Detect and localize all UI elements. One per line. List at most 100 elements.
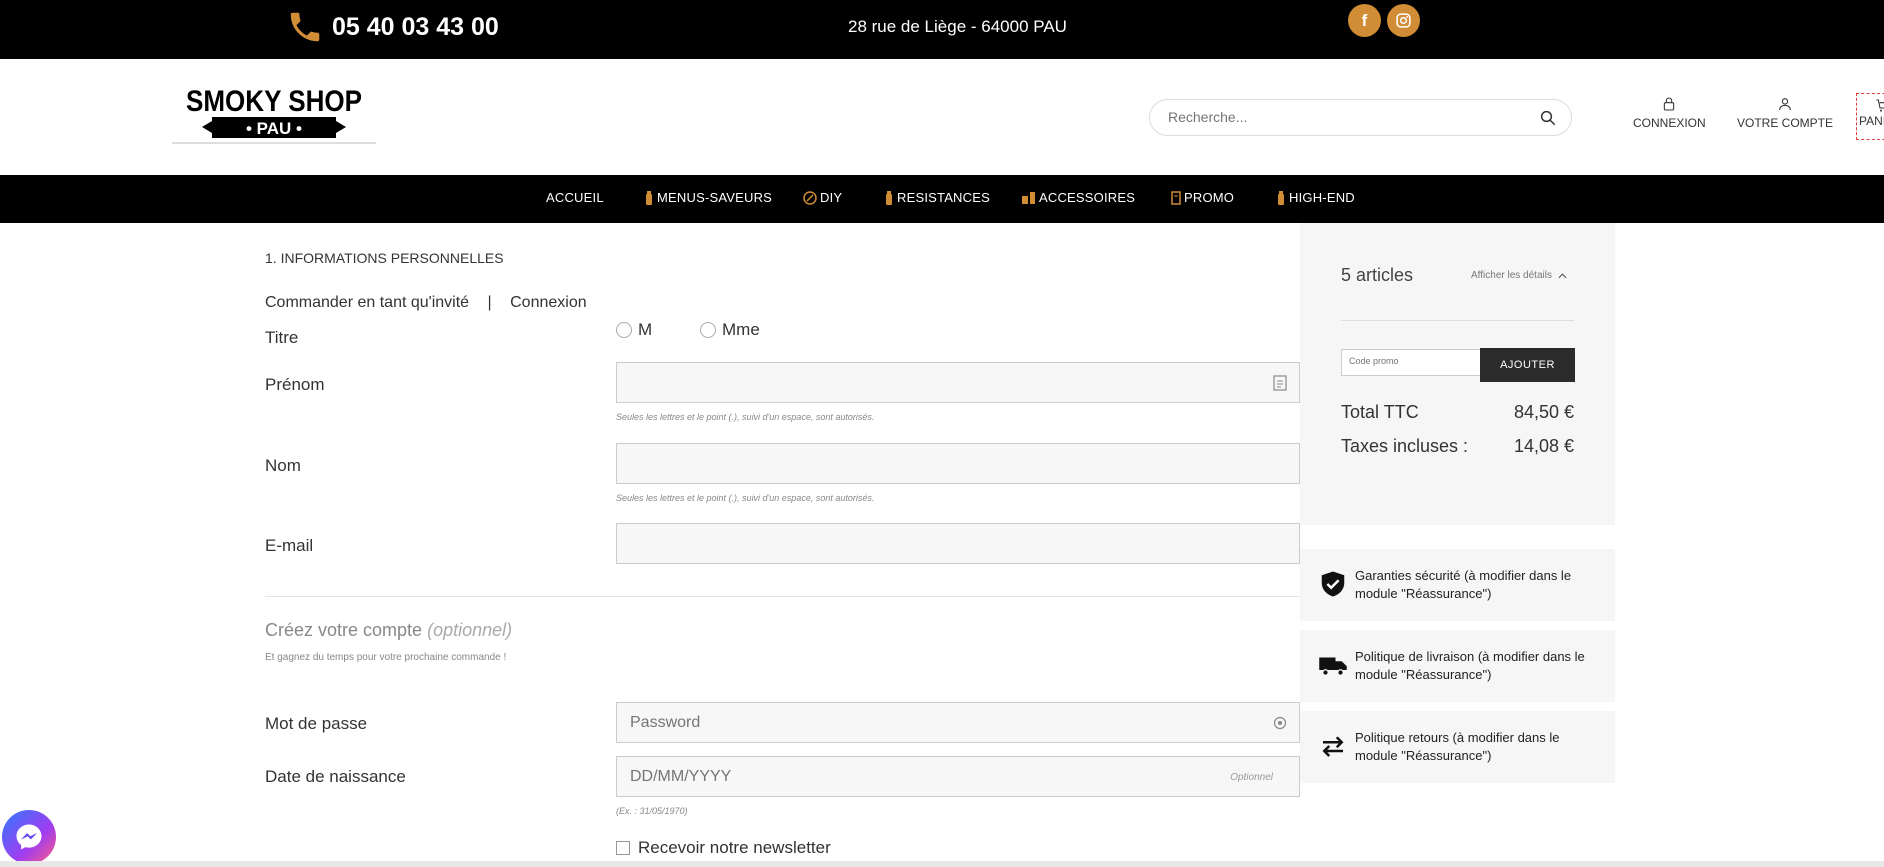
nav-label: PROMO [1184,190,1235,205]
tax-value: 14,08 € [1513,436,1574,456]
chevron-up-icon [1558,272,1567,278]
show-details-label: Afficher les détails [1471,270,1552,281]
email-field [616,523,1300,564]
create-account-title: Créez votre compte (optionnel) [265,620,512,641]
create-account-subtitle: Et gagnez du temps pour votre prochaine … [265,652,507,663]
nav-label: ACCUEIL [546,190,604,205]
smoky-shop-logo[interactable]: SMOKY SHOP • PAU • [172,81,376,151]
phone-icon [290,12,320,42]
lastname-label: Nom [265,456,301,475]
tab-guest-checkout[interactable]: Commander en tant qu'invité [265,294,469,311]
exchange-arrows-icon [1322,736,1344,757]
password-field [616,702,1300,743]
cart-icon [1876,99,1884,112]
tab-separator: | [487,294,492,311]
cart-link[interactable]: PANI [1856,93,1884,140]
email-input[interactable] [630,535,1230,553]
reassurance-text: Garanties sécurité (à modifier dans le m… [1355,568,1572,601]
bottle-icon [646,190,652,205]
search-bar [1149,99,1572,136]
firstname-hint: Seules les lettres et le point (.), suiv… [616,412,875,422]
tax-label: Taxes incluses : [1341,436,1469,456]
site-header: SMOKY SHOP • PAU • CONNEXION VOTRE COMPT… [0,59,1884,175]
nav-item-accueil[interactable]: ACCUEIL [546,190,604,205]
cart-summary: 5 articles Afficher les détails AJOUTER … [1300,223,1615,525]
nav-item-resistances[interactable]: RESISTANCES [884,190,990,205]
newsletter-checkbox[interactable] [616,841,630,855]
nav-item-high-end[interactable]: HIGH-END [1276,190,1355,205]
nav-item-accessoires[interactable]: ACCESSOIRES [1022,190,1135,205]
nav-item-promo[interactable]: PROMO [1171,190,1234,205]
lastname-input[interactable] [630,455,1230,473]
facebook-icon[interactable]: f [1348,4,1381,37]
nav-item-menus-saveurs[interactable]: MENUS-SAVEURS [644,190,772,205]
birthdate-input[interactable] [630,768,1230,786]
checkout-tabs: Commander en tant qu'invité | Connexion [265,294,601,312]
search-input[interactable] [1168,109,1528,125]
reassurance-returns: Politique retours (à modifier dans le mo… [1300,711,1615,783]
add-promo-button[interactable]: AJOUTER [1480,348,1575,382]
shield-check-icon [1321,571,1345,597]
resistance-icon [886,190,892,205]
reassurance-text: Politique retours (à modifier dans le mo… [1355,730,1560,763]
radio-label: Mme [722,320,760,339]
total-value: 84,50 € [1513,402,1574,422]
promo-code-input[interactable] [1349,356,1479,366]
password-input[interactable] [630,714,1230,732]
phone-number: 05 40 03 43 00 [332,12,499,41]
nav-label: DIY [820,190,843,205]
firstname-input[interactable] [630,374,1230,392]
firstname-label: Prénom [265,375,325,394]
show-details-toggle[interactable]: Afficher les détails [1471,270,1567,281]
checkout-step-title: 1. INFORMATIONS PERSONNELLES [265,250,504,266]
contact-card-icon [1273,375,1287,391]
nav-item-diy[interactable]: DIY [803,190,842,205]
total-label: Total TTC [1341,402,1419,422]
radio-label: M [638,320,653,339]
top-bar: 05 40 03 43 00 28 rue de Liège - 64000 P… [0,0,1884,59]
search-icon[interactable] [1539,109,1557,127]
main-nav: ACCUEIL MENUS-SAVEURS DIY RESISTANCES AC… [0,175,1884,223]
title-option-m[interactable]: M [616,320,652,340]
social-links: f [1348,4,1420,37]
birthdate-field: Optionnel [616,756,1300,797]
optional-label: Optionnel [1230,772,1273,783]
instagram-icon[interactable] [1387,4,1420,37]
optional-tag: (optionnel) [427,620,513,640]
title-label: Titre [265,328,299,347]
account-label: VOTRE COMPTE [1737,116,1834,130]
radio-button[interactable] [616,322,632,338]
title-option-mme[interactable]: Mme [700,320,760,340]
login-link[interactable]: CONNEXION [1633,96,1706,130]
nav-label: MENUS-SAVEURS [657,190,773,205]
accessories-icon [1022,191,1035,204]
radio-button[interactable] [700,322,716,338]
store-address: 28 rue de Liège - 64000 PAU [848,17,1067,36]
total-row: Total TTC 84,50 € [1341,402,1574,423]
messenger-icon [16,824,42,850]
nav-label: HIGH-END [1289,190,1355,205]
truck-icon [1319,657,1347,676]
newsletter-option[interactable]: Recevoir notre newsletter [616,838,831,858]
tab-login[interactable]: Connexion [510,294,587,311]
lock-icon [1664,97,1675,111]
promo-icon [1171,190,1181,205]
account-link[interactable]: VOTRE COMPTE [1737,96,1833,130]
firstname-field [616,362,1300,403]
lastname-hint: Seules les lettres et le point (.), suiv… [616,493,875,503]
reassurance-delivery: Politique de livraison (à modifier dans … [1300,630,1615,702]
svg-text:SMOKY SHOP: SMOKY SHOP [186,85,362,118]
nav-label: ACCESSOIRES [1039,190,1136,205]
birthdate-label: Date de naissance [265,767,406,786]
eye-icon[interactable] [1273,715,1287,731]
horizontal-scrollbar[interactable] [0,861,1884,867]
phone-contact[interactable]: 05 40 03 43 00 [286,8,499,46]
birthdate-hint: (Ex. : 31/05/1970) [616,806,688,816]
messenger-chat-button[interactable] [2,810,56,864]
svg-text:• PAU •: • PAU • [246,119,302,138]
lastname-field [616,443,1300,484]
user-icon [1779,98,1791,111]
diy-icon [803,190,817,205]
section-divider [265,596,1300,597]
password-label: Mot de passe [265,714,368,733]
